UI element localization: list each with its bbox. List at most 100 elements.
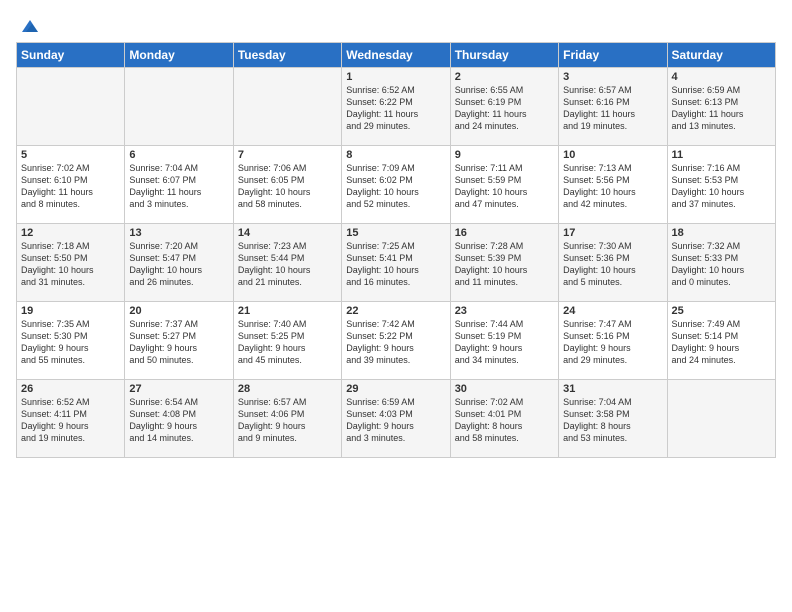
day-info: Sunrise: 7:09 AM Sunset: 6:02 PM Dayligh…	[346, 162, 445, 211]
day-number: 14	[238, 227, 337, 239]
day-info: Sunrise: 7:42 AM Sunset: 5:22 PM Dayligh…	[346, 318, 445, 367]
calendar-day-14: 14Sunrise: 7:23 AM Sunset: 5:44 PM Dayli…	[233, 224, 341, 302]
calendar-week-1: 1Sunrise: 6:52 AM Sunset: 6:22 PM Daylig…	[17, 68, 776, 146]
day-header-monday: Monday	[125, 43, 233, 68]
day-number: 27	[129, 383, 228, 395]
day-number: 18	[672, 227, 771, 239]
day-number: 31	[563, 383, 662, 395]
day-number: 19	[21, 305, 120, 317]
calendar-day-26: 26Sunrise: 6:52 AM Sunset: 4:11 PM Dayli…	[17, 380, 125, 458]
calendar-day-2: 2Sunrise: 6:55 AM Sunset: 6:19 PM Daylig…	[450, 68, 558, 146]
day-number: 24	[563, 305, 662, 317]
day-info: Sunrise: 6:59 AM Sunset: 4:03 PM Dayligh…	[346, 396, 445, 445]
calendar-day-16: 16Sunrise: 7:28 AM Sunset: 5:39 PM Dayli…	[450, 224, 558, 302]
day-info: Sunrise: 7:18 AM Sunset: 5:50 PM Dayligh…	[21, 240, 120, 289]
day-number: 10	[563, 149, 662, 161]
day-info: Sunrise: 7:47 AM Sunset: 5:16 PM Dayligh…	[563, 318, 662, 367]
day-number: 12	[21, 227, 120, 239]
calendar-empty-cell	[233, 68, 341, 146]
calendar-day-23: 23Sunrise: 7:44 AM Sunset: 5:19 PM Dayli…	[450, 302, 558, 380]
day-info: Sunrise: 7:35 AM Sunset: 5:30 PM Dayligh…	[21, 318, 120, 367]
calendar-day-19: 19Sunrise: 7:35 AM Sunset: 5:30 PM Dayli…	[17, 302, 125, 380]
day-info: Sunrise: 7:23 AM Sunset: 5:44 PM Dayligh…	[238, 240, 337, 289]
day-number: 28	[238, 383, 337, 395]
day-number: 3	[563, 71, 662, 83]
calendar-header-row: SundayMondayTuesdayWednesdayThursdayFrid…	[17, 43, 776, 68]
day-number: 5	[21, 149, 120, 161]
day-number: 20	[129, 305, 228, 317]
calendar-empty-cell	[17, 68, 125, 146]
day-info: Sunrise: 6:54 AM Sunset: 4:08 PM Dayligh…	[129, 396, 228, 445]
calendar-day-10: 10Sunrise: 7:13 AM Sunset: 5:56 PM Dayli…	[559, 146, 667, 224]
day-number: 15	[346, 227, 445, 239]
day-number: 13	[129, 227, 228, 239]
calendar-week-5: 26Sunrise: 6:52 AM Sunset: 4:11 PM Dayli…	[17, 380, 776, 458]
calendar-day-29: 29Sunrise: 6:59 AM Sunset: 4:03 PM Dayli…	[342, 380, 450, 458]
calendar-day-25: 25Sunrise: 7:49 AM Sunset: 5:14 PM Dayli…	[667, 302, 775, 380]
calendar-table: SundayMondayTuesdayWednesdayThursdayFrid…	[16, 42, 776, 458]
calendar-day-12: 12Sunrise: 7:18 AM Sunset: 5:50 PM Dayli…	[17, 224, 125, 302]
day-number: 22	[346, 305, 445, 317]
calendar-day-11: 11Sunrise: 7:16 AM Sunset: 5:53 PM Dayli…	[667, 146, 775, 224]
day-info: Sunrise: 7:20 AM Sunset: 5:47 PM Dayligh…	[129, 240, 228, 289]
calendar-day-13: 13Sunrise: 7:20 AM Sunset: 5:47 PM Dayli…	[125, 224, 233, 302]
calendar-day-5: 5Sunrise: 7:02 AM Sunset: 6:10 PM Daylig…	[17, 146, 125, 224]
day-info: Sunrise: 7:44 AM Sunset: 5:19 PM Dayligh…	[455, 318, 554, 367]
day-number: 25	[672, 305, 771, 317]
day-info: Sunrise: 7:49 AM Sunset: 5:14 PM Dayligh…	[672, 318, 771, 367]
calendar-day-22: 22Sunrise: 7:42 AM Sunset: 5:22 PM Dayli…	[342, 302, 450, 380]
day-info: Sunrise: 7:32 AM Sunset: 5:33 PM Dayligh…	[672, 240, 771, 289]
day-header-tuesday: Tuesday	[233, 43, 341, 68]
calendar-day-18: 18Sunrise: 7:32 AM Sunset: 5:33 PM Dayli…	[667, 224, 775, 302]
day-number: 2	[455, 71, 554, 83]
day-number: 4	[672, 71, 771, 83]
calendar-day-21: 21Sunrise: 7:40 AM Sunset: 5:25 PM Dayli…	[233, 302, 341, 380]
calendar-empty-cell	[125, 68, 233, 146]
calendar-day-30: 30Sunrise: 7:02 AM Sunset: 4:01 PM Dayli…	[450, 380, 558, 458]
calendar-day-4: 4Sunrise: 6:59 AM Sunset: 6:13 PM Daylig…	[667, 68, 775, 146]
logo-icon	[18, 14, 42, 38]
day-info: Sunrise: 6:52 AM Sunset: 6:22 PM Dayligh…	[346, 84, 445, 133]
day-info: Sunrise: 7:40 AM Sunset: 5:25 PM Dayligh…	[238, 318, 337, 367]
day-number: 7	[238, 149, 337, 161]
calendar-day-27: 27Sunrise: 6:54 AM Sunset: 4:08 PM Dayli…	[125, 380, 233, 458]
day-info: Sunrise: 7:02 AM Sunset: 6:10 PM Dayligh…	[21, 162, 120, 211]
calendar-day-28: 28Sunrise: 6:57 AM Sunset: 4:06 PM Dayli…	[233, 380, 341, 458]
day-header-friday: Friday	[559, 43, 667, 68]
day-info: Sunrise: 7:04 AM Sunset: 3:58 PM Dayligh…	[563, 396, 662, 445]
day-info: Sunrise: 6:59 AM Sunset: 6:13 PM Dayligh…	[672, 84, 771, 133]
calendar-day-7: 7Sunrise: 7:06 AM Sunset: 6:05 PM Daylig…	[233, 146, 341, 224]
day-number: 11	[672, 149, 771, 161]
day-number: 26	[21, 383, 120, 395]
logo	[16, 14, 42, 38]
calendar-day-31: 31Sunrise: 7:04 AM Sunset: 3:58 PM Dayli…	[559, 380, 667, 458]
calendar-day-24: 24Sunrise: 7:47 AM Sunset: 5:16 PM Dayli…	[559, 302, 667, 380]
day-number: 29	[346, 383, 445, 395]
day-info: Sunrise: 6:57 AM Sunset: 4:06 PM Dayligh…	[238, 396, 337, 445]
day-info: Sunrise: 7:06 AM Sunset: 6:05 PM Dayligh…	[238, 162, 337, 211]
day-info: Sunrise: 7:28 AM Sunset: 5:39 PM Dayligh…	[455, 240, 554, 289]
day-info: Sunrise: 7:02 AM Sunset: 4:01 PM Dayligh…	[455, 396, 554, 445]
calendar-week-4: 19Sunrise: 7:35 AM Sunset: 5:30 PM Dayli…	[17, 302, 776, 380]
day-header-saturday: Saturday	[667, 43, 775, 68]
calendar-week-2: 5Sunrise: 7:02 AM Sunset: 6:10 PM Daylig…	[17, 146, 776, 224]
day-info: Sunrise: 7:30 AM Sunset: 5:36 PM Dayligh…	[563, 240, 662, 289]
day-number: 21	[238, 305, 337, 317]
day-info: Sunrise: 7:11 AM Sunset: 5:59 PM Dayligh…	[455, 162, 554, 211]
day-number: 16	[455, 227, 554, 239]
calendar-day-17: 17Sunrise: 7:30 AM Sunset: 5:36 PM Dayli…	[559, 224, 667, 302]
calendar-week-3: 12Sunrise: 7:18 AM Sunset: 5:50 PM Dayli…	[17, 224, 776, 302]
day-info: Sunrise: 7:16 AM Sunset: 5:53 PM Dayligh…	[672, 162, 771, 211]
day-info: Sunrise: 6:57 AM Sunset: 6:16 PM Dayligh…	[563, 84, 662, 133]
day-header-wednesday: Wednesday	[342, 43, 450, 68]
calendar-day-15: 15Sunrise: 7:25 AM Sunset: 5:41 PM Dayli…	[342, 224, 450, 302]
calendar-day-3: 3Sunrise: 6:57 AM Sunset: 6:16 PM Daylig…	[559, 68, 667, 146]
calendar-day-20: 20Sunrise: 7:37 AM Sunset: 5:27 PM Dayli…	[125, 302, 233, 380]
calendar-day-6: 6Sunrise: 7:04 AM Sunset: 6:07 PM Daylig…	[125, 146, 233, 224]
day-header-sunday: Sunday	[17, 43, 125, 68]
day-number: 8	[346, 149, 445, 161]
calendar-empty-cell	[667, 380, 775, 458]
day-info: Sunrise: 7:04 AM Sunset: 6:07 PM Dayligh…	[129, 162, 228, 211]
day-info: Sunrise: 7:13 AM Sunset: 5:56 PM Dayligh…	[563, 162, 662, 211]
calendar-day-8: 8Sunrise: 7:09 AM Sunset: 6:02 PM Daylig…	[342, 146, 450, 224]
